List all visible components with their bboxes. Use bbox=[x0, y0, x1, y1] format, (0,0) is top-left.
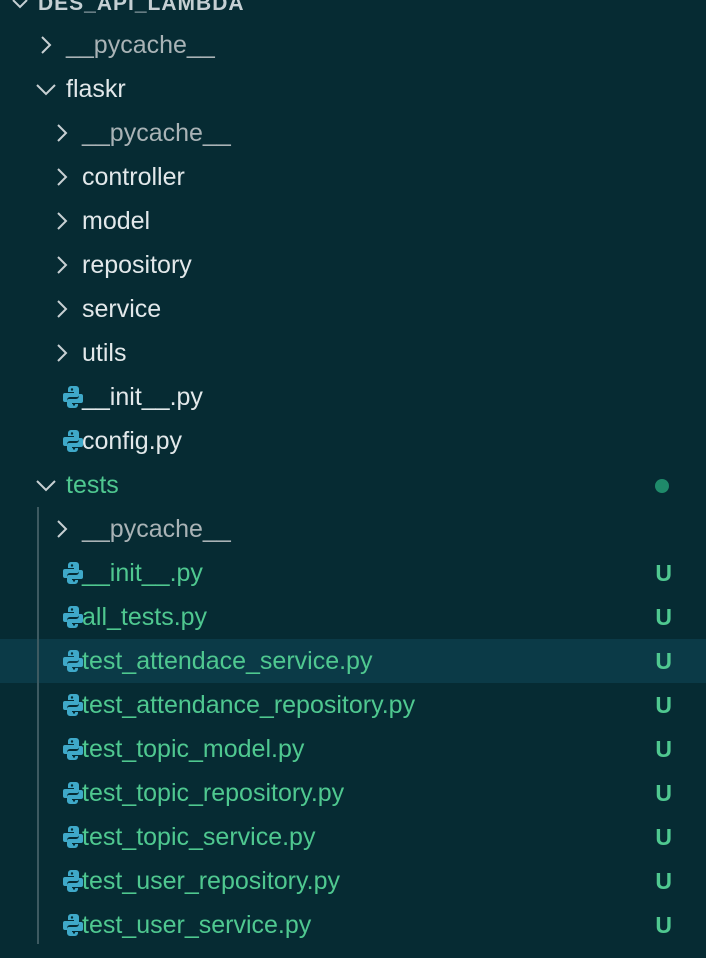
file-label: __init__.py bbox=[82, 559, 203, 587]
folder-label: __pycache__ bbox=[66, 31, 215, 59]
folder-label: tests bbox=[66, 471, 119, 499]
folder-row[interactable]: service bbox=[0, 287, 706, 331]
untracked-badge: U bbox=[655, 604, 672, 630]
chevron-down-icon bbox=[12, 0, 28, 9]
file-label: test_user_repository.py bbox=[82, 867, 340, 895]
untracked-badge: U bbox=[655, 912, 672, 938]
python-file-icon bbox=[62, 561, 84, 585]
file-label: test_attendace_service.py bbox=[82, 647, 373, 675]
folder-label: service bbox=[82, 295, 162, 323]
indent-guide bbox=[37, 507, 39, 944]
chevron-right-icon[interactable] bbox=[50, 517, 74, 541]
explorer-root-header[interactable]: DES_API_LAMBDA bbox=[0, 0, 706, 22]
folder-label: flaskr bbox=[66, 75, 126, 103]
folder-row[interactable]: flaskr bbox=[0, 67, 706, 111]
untracked-badge: U bbox=[655, 692, 672, 718]
file-row[interactable]: test_user_repository.py U bbox=[0, 859, 706, 903]
file-label: test_topic_service.py bbox=[82, 823, 316, 851]
file-row[interactable]: test_topic_model.py U bbox=[0, 727, 706, 771]
python-file-icon bbox=[62, 429, 84, 453]
folder-row[interactable]: __pycache__ bbox=[0, 507, 706, 551]
untracked-badge: U bbox=[655, 736, 672, 762]
chevron-right-icon[interactable] bbox=[34, 33, 58, 57]
chevron-right-icon[interactable] bbox=[50, 165, 74, 189]
untracked-badge: U bbox=[655, 780, 672, 806]
file-row[interactable]: all_tests.py U bbox=[0, 595, 706, 639]
folder-label: controller bbox=[82, 163, 185, 191]
file-label: __init__.py bbox=[82, 383, 203, 411]
file-label: config.py bbox=[82, 427, 183, 455]
untracked-badge: U bbox=[655, 560, 672, 586]
folder-row[interactable]: controller bbox=[0, 155, 706, 199]
untracked-badge: U bbox=[655, 648, 672, 674]
folder-label: model bbox=[82, 207, 151, 235]
folder-row[interactable]: __pycache__ bbox=[0, 111, 706, 155]
python-file-icon bbox=[62, 913, 84, 937]
file-row[interactable]: test_topic_repository.py U bbox=[0, 771, 706, 815]
folder-row[interactable]: __pycache__ bbox=[0, 23, 706, 67]
folder-row[interactable]: utils bbox=[0, 331, 706, 375]
chevron-right-icon[interactable] bbox=[50, 121, 74, 145]
file-label: test_topic_model.py bbox=[82, 735, 305, 763]
python-file-icon bbox=[62, 869, 84, 893]
python-file-icon bbox=[62, 737, 84, 761]
chevron-right-icon[interactable] bbox=[50, 297, 74, 321]
file-label: test_attendance_repository.py bbox=[82, 691, 416, 719]
file-row[interactable]: test_user_service.py U bbox=[0, 903, 706, 947]
explorer-root-title: DES_API_LAMBDA bbox=[38, 0, 245, 15]
chevron-right-icon[interactable] bbox=[50, 341, 74, 365]
file-row[interactable]: __init__.py U bbox=[0, 551, 706, 595]
file-label: test_topic_repository.py bbox=[82, 779, 345, 807]
file-label: all_tests.py bbox=[82, 603, 208, 631]
untracked-badge: U bbox=[655, 824, 672, 850]
folder-row[interactable]: tests bbox=[0, 463, 706, 507]
folder-label: __pycache__ bbox=[82, 515, 231, 543]
chevron-down-icon[interactable] bbox=[34, 473, 58, 497]
python-file-icon bbox=[62, 825, 84, 849]
folder-row[interactable]: model bbox=[0, 199, 706, 243]
folder-label: utils bbox=[82, 339, 127, 367]
chevron-right-icon[interactable] bbox=[50, 209, 74, 233]
python-file-icon bbox=[62, 385, 84, 409]
file-row[interactable]: __init__.py bbox=[0, 375, 706, 419]
python-file-icon bbox=[62, 781, 84, 805]
file-row[interactable]: test_attendance_repository.py U bbox=[0, 683, 706, 727]
file-row[interactable]: test_topic_service.py U bbox=[0, 815, 706, 859]
file-explorer: DES_API_LAMBDA __pycache__ flaskr __pycach… bbox=[0, 0, 706, 958]
file-row[interactable]: config.py bbox=[0, 419, 706, 463]
chevron-down-icon[interactable] bbox=[34, 77, 58, 101]
file-label: test_user_service.py bbox=[82, 911, 312, 939]
folder-label: repository bbox=[82, 251, 192, 279]
untracked-badge: U bbox=[655, 868, 672, 894]
python-file-icon bbox=[62, 649, 84, 673]
python-file-icon bbox=[62, 693, 84, 717]
folder-row[interactable]: repository bbox=[0, 243, 706, 287]
folder-label: __pycache__ bbox=[82, 119, 231, 147]
chevron-right-icon[interactable] bbox=[50, 253, 74, 277]
python-file-icon bbox=[62, 605, 84, 629]
modified-dot-icon bbox=[655, 479, 669, 493]
file-row[interactable]: test_attendace_service.py U bbox=[0, 639, 706, 683]
